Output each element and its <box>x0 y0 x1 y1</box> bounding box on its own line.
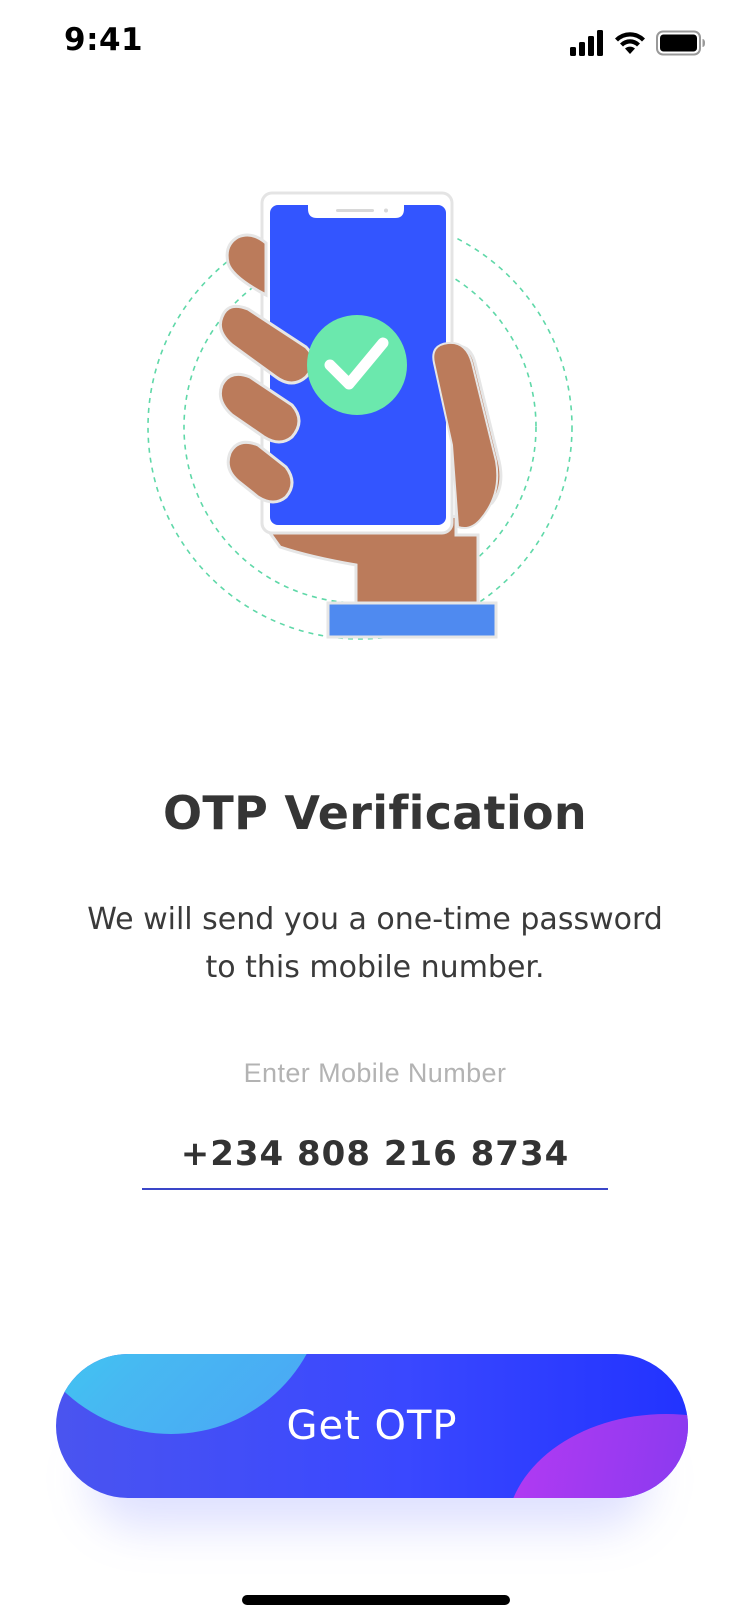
mobile-number-label: Enter Mobile Number <box>243 1058 507 1088</box>
page-subtitle: We will send you a one-time password to … <box>60 896 690 992</box>
status-icons <box>570 30 710 62</box>
subtitle-line-2: to this mobile number. <box>205 950 545 985</box>
checkmark-badge <box>307 315 407 415</box>
wifi-icon <box>615 32 645 54</box>
get-otp-button[interactable]: Get OTP <box>56 1354 688 1498</box>
battery-icon <box>656 30 705 56</box>
get-otp-label: Get OTP <box>286 1403 458 1449</box>
mobile-number-input[interactable] <box>142 1120 608 1190</box>
sleeve <box>326 601 498 639</box>
home-indicator[interactable] <box>242 1595 510 1605</box>
subtitle-line-1: We will send you a one-time password <box>87 902 663 937</box>
status-bar: 9:41 <box>0 0 750 90</box>
cellular-signal-icon <box>570 30 603 56</box>
phone-verification-illustration <box>147 191 573 640</box>
page-title: OTP Verification <box>163 786 587 840</box>
status-time: 9:41 <box>64 22 144 58</box>
